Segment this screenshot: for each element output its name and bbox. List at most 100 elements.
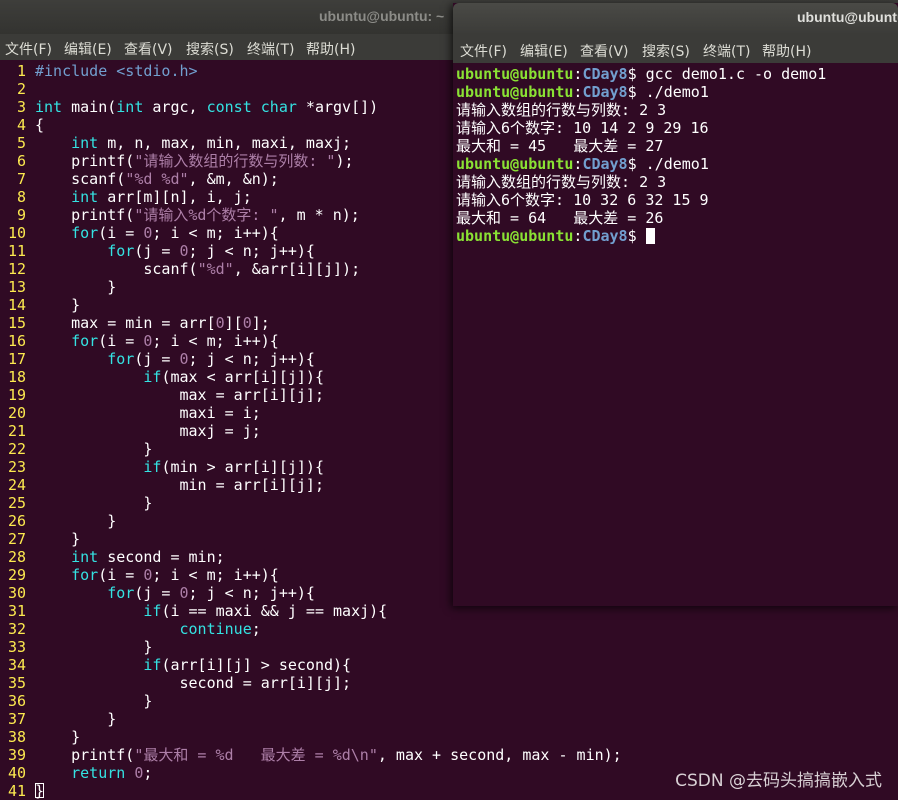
code-token: argc,	[143, 98, 207, 116]
code-token: if	[143, 368, 162, 386]
code-token: "请输入%d个数字: "	[134, 206, 279, 224]
code-token: arr[m][n], i, j;	[98, 188, 252, 206]
line-number: 19	[7, 386, 26, 404]
line-number: 21	[7, 422, 26, 440]
code-line: 35 second = arr[i][j];	[0, 674, 898, 692]
terminal-menu-terminal[interactable]: 终端(T)	[703, 41, 750, 61]
editor-menu-file[interactable]: 文件(F)	[5, 39, 52, 59]
code-text: scanf("%d %d", &m, &n);	[35, 170, 279, 188]
line-number: 10	[7, 224, 26, 242]
code-token: scanf(	[35, 260, 198, 278]
code-text: max = min = arr[0][0];	[35, 314, 270, 332]
code-text: if(min > arr[i][j]){	[35, 458, 324, 476]
code-text: printf("最大和 = %d 最大差 = %d\n", max + seco…	[35, 746, 622, 764]
line-number: 18	[7, 368, 26, 386]
editor-menu-edit[interactable]: 编辑(E)	[64, 39, 112, 59]
line-number: 30	[7, 584, 26, 602]
code-token: printf(	[35, 152, 135, 170]
line-number: 15	[7, 314, 26, 332]
prompt-user: ubuntu@ubuntu	[456, 227, 574, 245]
code-token: "最大和 = %d 最大差 = %d\n"	[134, 746, 378, 764]
terminal-menu-search[interactable]: 搜索(S)	[642, 41, 690, 61]
code-token: int	[71, 548, 99, 566]
code-token: main(	[62, 98, 117, 116]
code-text: for(j = 0; j < n; j++){	[35, 584, 315, 602]
code-token: ; i < m; i++){	[152, 566, 279, 584]
editor-menu-view[interactable]: 查看(V)	[124, 39, 173, 59]
terminal-prompt-line: ubuntu@ubuntu:CDay8$	[456, 227, 655, 245]
code-text: }	[35, 692, 152, 710]
code-token: for	[71, 224, 99, 242]
code-token: , m * n);	[278, 206, 360, 224]
terminal-menu-edit[interactable]: 编辑(E)	[520, 41, 568, 61]
code-token: printf(	[35, 746, 135, 764]
terminal-menu-help[interactable]: 帮助(H)	[762, 41, 811, 61]
code-token: (arr[i][j] > second){	[161, 656, 352, 674]
line-number: 35	[7, 674, 26, 692]
editor-menu-help[interactable]: 帮助(H)	[306, 39, 355, 59]
code-text: for(j = 0; j < n; j++){	[35, 350, 315, 368]
code-token: if	[143, 602, 162, 620]
code-text: if(max < arr[i][j]){	[35, 368, 324, 386]
code-text: }	[35, 494, 152, 512]
line-number: 26	[7, 512, 26, 530]
editor-window-title: ubuntu@ubuntu: ~	[319, 8, 445, 24]
line-number: 12	[7, 260, 26, 278]
line-number: 34	[7, 656, 26, 674]
code-token: min = arr[i][j];	[35, 476, 324, 494]
code-token: (min > arr[i][j]){	[161, 458, 324, 476]
terminal-output-line: 请输入6个数字: 10 14 2 9 29 16	[456, 119, 709, 137]
code-token: "%d %d"	[125, 170, 189, 188]
code-token: for	[71, 566, 99, 584]
code-token: int	[116, 98, 144, 116]
code-line: 39 printf("最大和 = %d 最大差 = %d\n", max + s…	[0, 746, 898, 764]
code-text: printf("请输入%d个数字: ", m * n);	[35, 206, 360, 224]
code-token: }	[35, 278, 117, 296]
csdn-watermark: CSDN @去码头搞搞嵌入式	[675, 771, 882, 791]
code-token: }	[35, 512, 117, 530]
code-text: }	[35, 710, 116, 728]
code-token: (i == maxi && j == maxj){	[161, 602, 388, 620]
code-token: 0	[179, 584, 189, 602]
code-token: printf(	[35, 206, 135, 224]
terminal-menu-view[interactable]: 查看(V)	[580, 41, 629, 61]
line-number: 17	[7, 350, 26, 368]
terminal-menu-file[interactable]: 文件(F)	[460, 41, 507, 61]
line-number: 9	[16, 206, 26, 224]
code-token: if	[143, 656, 162, 674]
code-token: ; j < n; j++){	[188, 242, 315, 260]
line-number: 37	[7, 710, 26, 728]
code-line: 36 }	[0, 692, 898, 710]
line-number: 28	[7, 548, 26, 566]
code-token: , &arr[i][j]);	[233, 260, 361, 278]
code-token: "%d"	[197, 260, 234, 278]
code-text: continue;	[35, 620, 261, 638]
code-token: 0	[215, 314, 225, 332]
prompt-command: ./demo1	[645, 83, 709, 101]
code-token: *argv[])	[296, 98, 379, 116]
terminal-output-line: 最大和 = 45 最大差 = 27	[456, 137, 664, 155]
code-token: second = min;	[98, 548, 225, 566]
editor-menu-terminal[interactable]: 终端(T)	[247, 39, 294, 59]
code-text: }	[35, 440, 152, 458]
editor-menu-search[interactable]: 搜索(S)	[186, 39, 234, 59]
code-token: return	[71, 764, 126, 782]
line-number: 8	[16, 188, 26, 206]
code-token: 0	[179, 350, 189, 368]
prompt-path: CDay8	[582, 227, 628, 245]
code-token: for	[107, 350, 135, 368]
line-number: 2	[16, 80, 26, 98]
line-number: 1	[16, 62, 26, 80]
code-text: }	[35, 296, 80, 314]
code-token: #include <stdio.h>	[35, 62, 198, 80]
code-text: for(i = 0; i < m; i++){	[35, 224, 279, 242]
code-token: );	[335, 152, 354, 170]
terminal-title-bar[interactable]: ubuntu@ubuntu	[453, 3, 898, 33]
code-text: }	[35, 638, 152, 656]
